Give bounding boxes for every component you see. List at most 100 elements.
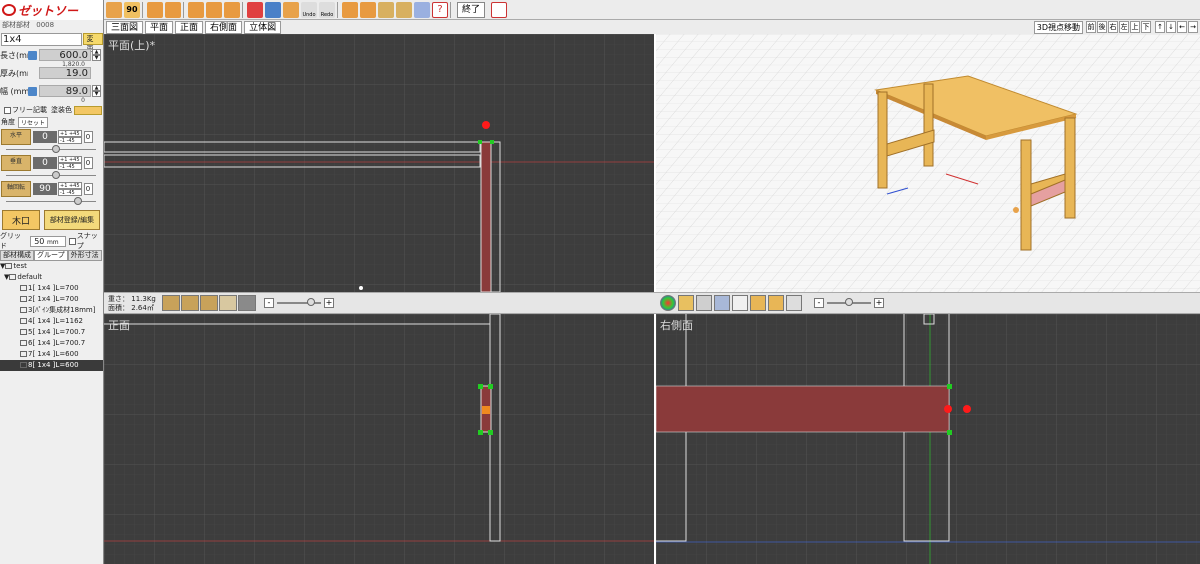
paint-color-swatch[interactable]: [74, 105, 102, 115]
stack-icon[interactable]: [224, 1, 240, 18]
3d-canvas[interactable]: [656, 34, 1200, 292]
tree-part-item[interactable]: 5[ 1x4 ]L=700.7: [0, 327, 103, 338]
grid-size-select[interactable]: 50 mm: [30, 235, 67, 247]
tree-part-item[interactable]: 7[ 1x4 ]L=600: [0, 349, 103, 360]
align-icon[interactable]: [165, 1, 181, 18]
tab-front[interactable]: 正面: [175, 20, 204, 34]
zoom-slider-knob[interactable]: [845, 298, 853, 306]
move-right-icon[interactable]: [188, 1, 204, 18]
horizontal-step-buttons[interactable]: +1 +45 -1 -45: [58, 129, 82, 144]
mirror-icon[interactable]: [206, 1, 222, 18]
select-tool-icon[interactable]: [238, 295, 256, 311]
center-handle[interactable]: [482, 406, 490, 414]
horizontal-slider[interactable]: [6, 145, 96, 154]
free-checkbox[interactable]: [4, 106, 11, 114]
horizontal-value[interactable]: 0: [33, 130, 57, 143]
zoom-out-button[interactable]: -: [264, 298, 274, 308]
rotation-handle[interactable]: [482, 121, 490, 129]
redo-icon[interactable]: Redo: [319, 1, 335, 18]
tree-root[interactable]: ▼ test: [0, 261, 103, 272]
tree-part-item[interactable]: 4[ 1x4 ]L=1162: [0, 316, 103, 327]
tree-part-item[interactable]: 3[ﾊﾟｲﾝ集成材18mm]: [0, 305, 103, 316]
tab-group[interactable]: グループ: [34, 250, 68, 261]
vertical-slider[interactable]: [6, 171, 96, 180]
dimension-tool-icon[interactable]: [181, 295, 199, 311]
board-view-icon[interactable]: [750, 295, 766, 311]
align-icon[interactable]: [147, 1, 163, 18]
view-bottom-button[interactable]: 下: [1141, 21, 1151, 33]
plan-canvas[interactable]: [104, 34, 654, 292]
grid-floor-icon[interactable]: [732, 295, 748, 311]
plan-viewport[interactable]: 平面(上)*: [104, 34, 654, 292]
tree-part-item[interactable]: 1[ 1x4 ]L=700: [0, 283, 103, 294]
arrow-down-icon[interactable]: ↓: [1166, 21, 1176, 33]
center-handle[interactable]: [944, 405, 952, 413]
selected-part[interactable]: [480, 141, 492, 292]
axis-zero-button[interactable]: 0: [83, 182, 93, 195]
undo-icon[interactable]: Undo: [301, 1, 317, 18]
zoom-in-button[interactable]: +: [324, 298, 334, 308]
selected-part[interactable]: [656, 385, 950, 433]
slider-knob[interactable]: [52, 171, 60, 179]
plus-step-button[interactable]: +1 +45: [58, 155, 82, 163]
slider-knob[interactable]: [52, 145, 60, 153]
width-input[interactable]: 89.0: [39, 85, 91, 97]
move-down-icon[interactable]: [106, 1, 122, 18]
horizontal-zero-button[interactable]: 0: [83, 130, 93, 143]
vertical-value[interactable]: 0: [33, 156, 57, 169]
help-icon[interactable]: ?: [432, 1, 448, 18]
board-icon[interactable]: [283, 1, 299, 18]
plus-step-button[interactable]: +1 +45: [58, 181, 82, 189]
dimension-3d-icon[interactable]: [786, 295, 802, 311]
vertical-step-buttons[interactable]: +1 +45 -1 -45: [58, 155, 82, 170]
view-top-button[interactable]: 上: [1130, 21, 1140, 33]
kiguchi-button[interactable]: 木口: [2, 210, 40, 230]
length-input[interactable]: 600.0: [39, 49, 91, 61]
right-side-canvas[interactable]: [656, 314, 1200, 564]
view-left-button[interactable]: 左: [1119, 21, 1129, 33]
right-side-viewport[interactable]: 右側面: [656, 314, 1200, 564]
arrow-up-icon[interactable]: ↑: [1155, 21, 1165, 33]
resize-handle[interactable]: [478, 384, 483, 389]
vertical-zero-button[interactable]: 0: [83, 156, 93, 169]
ungroup-icon[interactable]: [396, 1, 412, 18]
front-viewport[interactable]: 正面: [104, 314, 654, 564]
resize-handle[interactable]: [478, 430, 483, 435]
view-front-button[interactable]: 前: [1086, 21, 1096, 33]
zoom-out-button[interactable]: -: [814, 298, 824, 308]
copy-icon[interactable]: [265, 1, 281, 18]
tree-part-item-selected[interactable]: 8[ 1x4 ]L=600: [0, 360, 103, 371]
axis-slider[interactable]: [6, 197, 96, 206]
reset-button[interactable]: リセット: [18, 116, 49, 128]
resize-handle[interactable]: [488, 430, 493, 435]
minus-step-button[interactable]: -1 -45: [58, 162, 82, 170]
tree-part-item[interactable]: 6[ 1x4 ]L=700.7: [0, 338, 103, 349]
quit-button[interactable]: 終了: [457, 1, 486, 18]
delete-icon[interactable]: [247, 1, 263, 18]
change-button[interactable]: 変更: [83, 33, 103, 53]
resize-handle[interactable]: [947, 430, 952, 435]
lift-up-icon[interactable]: [360, 1, 376, 18]
snap-checkbox[interactable]: [69, 237, 76, 245]
resize-handle[interactable]: [478, 140, 482, 144]
rotate-90-icon[interactable]: 90: [124, 1, 140, 18]
wireframe-icon[interactable]: [696, 295, 712, 311]
tab-dimensions[interactable]: 外形寸法: [67, 250, 102, 261]
front-canvas[interactable]: [104, 314, 654, 564]
zoom-slider-knob[interactable]: [307, 298, 315, 306]
minus-step-button[interactable]: -1 -45: [58, 136, 82, 144]
part-name-input[interactable]: 1x4: [1, 32, 83, 46]
fullscreen-icon[interactable]: [491, 1, 508, 18]
measure-tool-icon[interactable]: [219, 295, 237, 311]
dimension-tool-icon[interactable]: [200, 295, 218, 311]
dimension-tool-icon[interactable]: [162, 295, 180, 311]
view-back-button[interactable]: 後: [1097, 21, 1107, 33]
minus-step-button[interactable]: -1 -45: [58, 188, 82, 196]
resize-handle[interactable]: [490, 140, 494, 144]
register-part-button[interactable]: 部材登録/編集: [44, 210, 100, 230]
length-spinner[interactable]: ▲ ▼: [92, 49, 101, 61]
tab-right-side[interactable]: 右側面: [205, 20, 243, 34]
thickness-input[interactable]: 19.0: [39, 67, 91, 79]
texture-icon[interactable]: [678, 295, 694, 311]
slider-knob[interactable]: [74, 197, 82, 205]
